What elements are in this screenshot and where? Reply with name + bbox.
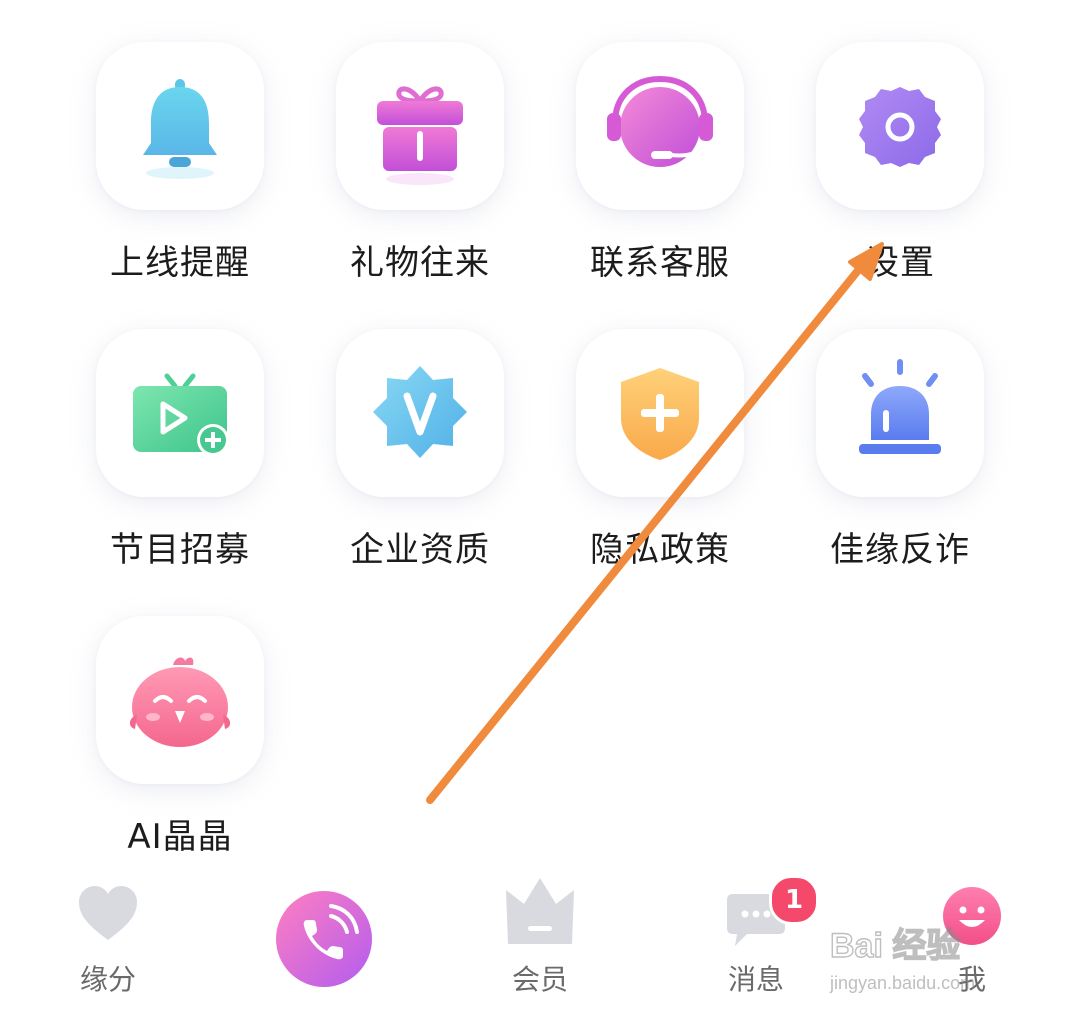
annotation-arrow	[426, 242, 884, 804]
baidu-jingyan-watermark: Bai 经验 jingyan.baidu.com	[829, 925, 975, 993]
watermark-brand: Bai 经验	[830, 926, 960, 965]
watermark-url: jingyan.baidu.com	[829, 973, 975, 993]
